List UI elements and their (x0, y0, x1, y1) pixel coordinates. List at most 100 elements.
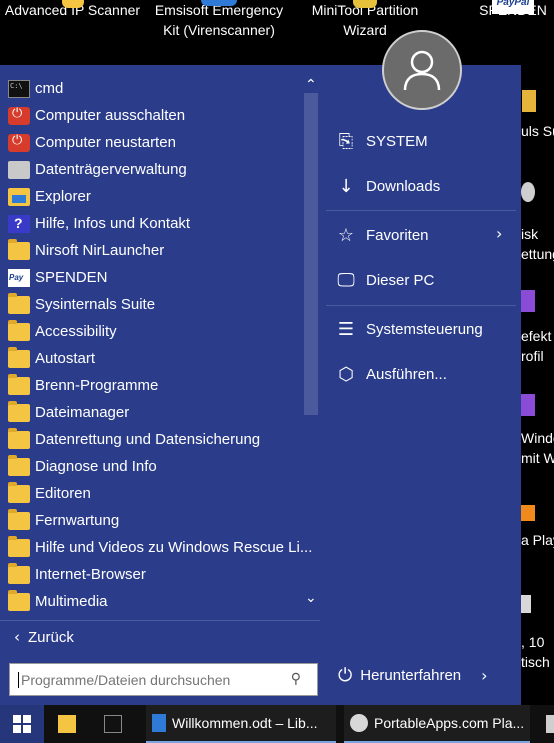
divider (0, 620, 320, 621)
right-item-ausfuehren[interactable]: ⬡ Ausführen... (336, 359, 447, 389)
emsisoft-icon (201, 0, 237, 6)
folder-icon (8, 292, 30, 314)
monitor-icon: 🖵 (337, 269, 355, 291)
folder-icon (8, 535, 30, 557)
folder-icon (8, 400, 30, 422)
desktop-icon-label: mit W (521, 450, 554, 466)
taskbar: Willkommen.odt – Lib... PortableApps.com… (0, 705, 554, 743)
folder-icon (8, 589, 30, 611)
app-icon (546, 715, 554, 733)
power-icon (8, 133, 30, 152)
program-list-item-label: Multimedia (35, 593, 108, 610)
chevron-left-icon: ‹ (14, 628, 20, 646)
program-list-item[interactable]: Accessibility (8, 318, 117, 345)
paypal-icon: PayPal (492, 0, 534, 14)
portableapps-icon (350, 714, 368, 732)
program-list-item-label: Datenrettung und Datensicherung (35, 431, 261, 448)
magnifier-icon (61, 0, 84, 8)
help-icon (8, 214, 30, 233)
right-item-label: Systemsteuerung (366, 320, 483, 338)
run-icon: ⬡ (338, 363, 354, 385)
chevron-right-icon[interactable]: › (496, 224, 502, 243)
desktop-icon-label: uls Su (521, 123, 554, 139)
scroll-up-button[interactable]: ⌃ (305, 77, 317, 93)
program-list-item-label: Diagnose und Info (35, 458, 157, 475)
program-list-item-label: Computer ausschalten (35, 107, 186, 124)
right-item-favoriten[interactable]: ☆ Favoriten (336, 220, 429, 250)
folder-icon (8, 562, 30, 584)
minitool-icon (353, 0, 377, 8)
program-list-item[interactable]: Multimedia (8, 588, 108, 615)
program-list-item[interactable]: Internet-Browser (8, 561, 146, 588)
disk-management-icon (8, 160, 30, 179)
desktop-icon-label: Windo (521, 430, 554, 446)
program-list-item[interactable]: cmd (8, 75, 63, 102)
folder-icon (8, 454, 30, 476)
separator (326, 305, 516, 306)
start-button[interactable] (0, 705, 44, 743)
desktop-icon-emsisoft[interactable]: Emsisoft Emergency Kit (Virenscanner) (148, 0, 290, 40)
program-list-item[interactable]: Editoren (8, 480, 91, 507)
program-list-item[interactable]: Brenn-Programme (8, 372, 158, 399)
program-list-item-label: Sysinternals Suite (35, 296, 156, 313)
search-icon[interactable]: ⚲ (291, 671, 301, 687)
shutdown-button[interactable]: ⏻ Herunterfahren › (338, 665, 488, 686)
app-icon (521, 595, 531, 613)
folder-icon (8, 373, 30, 395)
user-folder-icon: ⎘ (338, 130, 354, 152)
right-item-dieser-pc[interactable]: 🖵 Dieser PC (336, 265, 434, 295)
app-icon (522, 90, 536, 112)
program-list-item[interactable]: Computer ausschalten (8, 102, 185, 129)
program-list-item[interactable]: Hilfe, Infos und Kontakt (8, 210, 190, 237)
taskbar-cmd[interactable] (98, 705, 138, 743)
shutdown-label: Herunterfahren (360, 667, 462, 684)
taskbar-portableapps[interactable]: PortableApps.com Pla... (344, 705, 530, 743)
scroll-down-button[interactable]: ⌄ (305, 590, 317, 606)
right-item-label: Downloads (366, 177, 441, 195)
program-list-item[interactable]: Datenträgerverwaltung (8, 156, 187, 183)
taskbar-writer[interactable]: Willkommen.odt – Lib... (146, 705, 336, 743)
right-item-label: Ausführen... (366, 365, 447, 383)
program-list-item-label: Hilfe, Infos und Kontakt (35, 215, 191, 232)
program-list-item[interactable]: Diagnose und Info (8, 453, 157, 480)
taskbar-file-explorer[interactable] (52, 705, 92, 743)
desktop-icon-label-line2: Kit (Virenscanner) (163, 22, 275, 38)
search-input[interactable] (18, 671, 280, 688)
program-list-item-label: cmd (35, 80, 64, 97)
taskbar-overflow[interactable] (540, 705, 554, 743)
program-list-item[interactable]: Nirsoft NirLauncher (8, 237, 164, 264)
desktop-icon-advanced-ip-scanner[interactable]: Advanced IP Scanner (0, 0, 145, 20)
back-button[interactable]: ‹ Zurück (14, 628, 74, 646)
program-list-item[interactable]: Computer neustarten (8, 129, 176, 156)
program-list-item[interactable]: Sysinternals Suite (8, 291, 155, 318)
scrollbar[interactable] (304, 93, 318, 415)
desktop-icon-spenden[interactable]: PayPal SPENDEN (472, 0, 554, 20)
search-box[interactable]: ⚲ (9, 663, 318, 696)
program-list-item[interactable]: Autostart (8, 345, 95, 372)
program-list-item[interactable]: Dateimanager (8, 399, 129, 426)
back-label: Zurück (28, 628, 74, 646)
program-list-item-label: Internet-Browser (35, 566, 146, 583)
program-list-item[interactable]: Explorer (8, 183, 91, 210)
user-icon (403, 50, 441, 91)
program-list-item-label: Dateimanager (35, 404, 130, 421)
program-list-item[interactable]: Hilfe und Videos zu Windows Rescue Li... (8, 534, 312, 561)
program-list-item[interactable]: Fernwartung (8, 507, 119, 534)
right-item-system[interactable]: ⎘ SYSTEM (336, 126, 428, 156)
chevron-right-icon[interactable]: › (481, 666, 487, 685)
taskbar-button-label: Willkommen.odt – Lib... (172, 715, 318, 731)
right-item-downloads[interactable]: ↓ Downloads (336, 171, 440, 201)
program-list-item[interactable]: SPENDEN (8, 264, 108, 291)
program-list-item-label: Nirsoft NirLauncher (35, 242, 165, 259)
folder-icon (8, 508, 30, 530)
program-list-item-label: Accessibility (35, 323, 117, 340)
app-icon (521, 290, 535, 312)
folder-icon (8, 427, 30, 449)
right-item-systemsteuerung[interactable]: ☰ Systemsteuerung (336, 314, 483, 344)
program-list-item-label: Brenn-Programme (35, 377, 159, 394)
program-list-item-label: Editoren (35, 485, 91, 502)
desktop-icon-label: a Play (521, 532, 554, 548)
taskbar-button-label: PortableApps.com Pla... (374, 715, 525, 731)
program-list-item[interactable]: Datenrettung und Datensicherung (8, 426, 260, 453)
user-avatar[interactable] (382, 30, 462, 110)
